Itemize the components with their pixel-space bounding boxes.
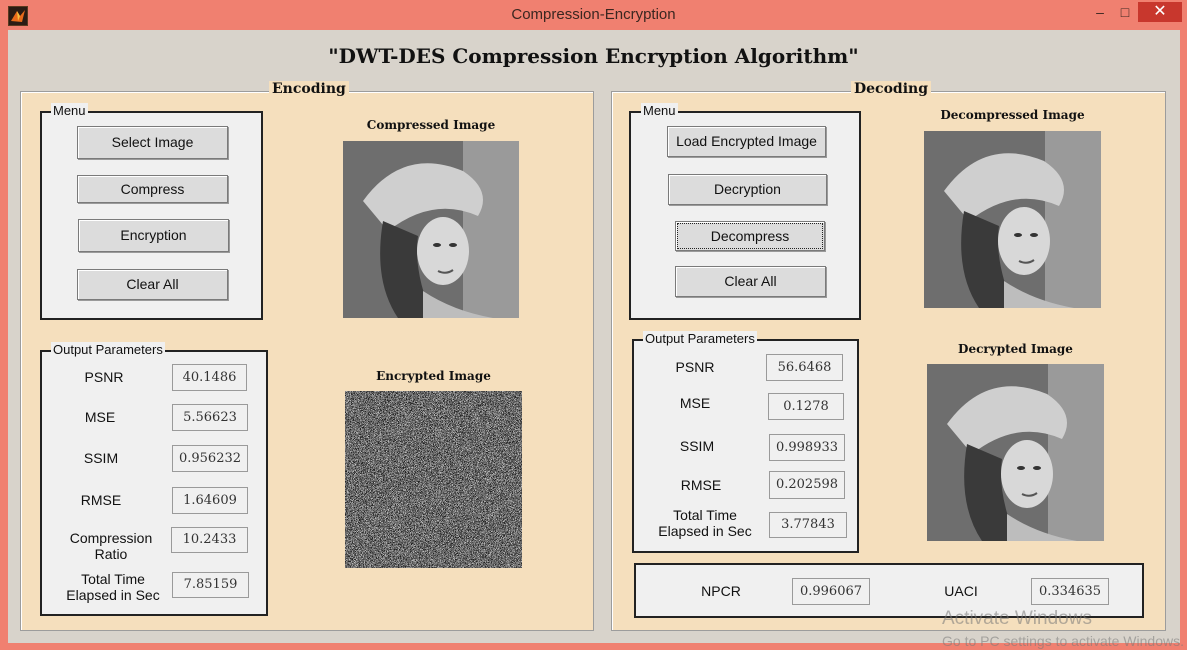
decompressed-image-caption: Decompressed Image — [940, 108, 1085, 122]
dec-ssim-label: SSIM — [679, 438, 715, 454]
enc-ratio-label-line2: Ratio — [94, 546, 128, 562]
enc-psnr-value[interactable]: 40.1486 — [172, 364, 247, 391]
encoding-clear-all-button[interactable]: Clear All — [77, 269, 228, 300]
npcr-value[interactable]: 0.996067 — [792, 578, 870, 605]
enc-ssim-value[interactable]: 0.956232 — [172, 445, 248, 472]
decoding-panel-title: Decoding — [851, 81, 931, 97]
close-button[interactable]: ✕ — [1138, 2, 1182, 22]
decrypted-image — [927, 364, 1104, 541]
enc-ssim-label: SSIM — [83, 450, 119, 466]
encrypted-image-caption: Encrypted Image — [376, 369, 491, 383]
enc-ratio-label-line1: Compression — [69, 530, 153, 546]
dec-mse-value[interactable]: 0.1278 — [768, 393, 844, 420]
dec-psnr-value[interactable]: 56.6468 — [766, 354, 843, 381]
activate-windows-hint: Go to PC settings to activate Windows. — [942, 633, 1184, 649]
enc-mse-label: MSE — [84, 409, 116, 425]
uaci-value[interactable]: 0.334635 — [1031, 578, 1109, 605]
dec-psnr-label: PSNR — [675, 359, 715, 375]
enc-time-label-line1: Total Time — [81, 571, 145, 587]
dec-time-label-line1: Total Time — [673, 507, 737, 523]
enc-psnr-label: PSNR — [84, 369, 124, 385]
compress-button[interactable]: Compress — [77, 175, 228, 203]
compressed-image-caption: Compressed Image — [366, 118, 496, 132]
decompressed-image — [924, 131, 1101, 308]
maximize-button[interactable]: □ — [1112, 2, 1138, 22]
dec-time-label: Total Time Elapsed in Sec — [650, 507, 760, 539]
dec-time-value[interactable]: 3.77843 — [769, 512, 847, 538]
dec-mse-label: MSE — [679, 395, 711, 411]
encoding-menu-title: Menu — [51, 103, 88, 118]
decryption-button[interactable]: Decryption — [668, 174, 827, 205]
enc-time-label: Total Time Elapsed in Sec — [60, 571, 166, 603]
enc-ratio-value[interactable]: 10.2433 — [171, 527, 248, 553]
enc-ratio-label: Compression Ratio — [56, 530, 166, 562]
uaci-label: UACI — [944, 583, 978, 599]
encoding-panel-title: Encoding — [269, 81, 349, 97]
npcr-label: NPCR — [701, 583, 741, 599]
activate-windows-watermark: Activate Windows — [942, 608, 1092, 629]
decompress-button[interactable]: Decompress — [675, 221, 825, 251]
enc-rmse-value[interactable]: 1.64609 — [172, 487, 248, 514]
dec-ssim-value[interactable]: 0.998933 — [769, 434, 845, 461]
main-heading: "DWT-DES Compression Encryption Algorith… — [328, 44, 859, 68]
enc-rmse-label: RMSE — [80, 492, 122, 508]
enc-time-label-line2: Elapsed in Sec — [66, 587, 160, 603]
dec-rmse-value[interactable]: 0.202598 — [769, 471, 845, 499]
load-encrypted-image-button[interactable]: Load Encrypted Image — [667, 126, 826, 157]
decoding-menu-title: Menu — [641, 103, 678, 118]
enc-time-value[interactable]: 7.85159 — [172, 572, 249, 598]
window-title: Compression-Encryption — [511, 6, 676, 23]
decoding-clear-all-button[interactable]: Clear All — [675, 266, 826, 297]
compressed-image — [343, 141, 519, 318]
encoding-output-title: Output Parameters — [51, 342, 165, 357]
decrypted-image-caption: Decrypted Image — [958, 342, 1073, 356]
dec-rmse-label: RMSE — [680, 477, 722, 493]
decoding-output-title: Output Parameters — [643, 331, 757, 346]
encrypted-image — [345, 391, 522, 568]
select-image-button[interactable]: Select Image — [77, 126, 228, 159]
dec-time-label-line2: Elapsed in Sec — [658, 523, 752, 539]
enc-mse-value[interactable]: 5.56623 — [172, 404, 248, 431]
encryption-button[interactable]: Encryption — [78, 219, 229, 252]
minimize-button[interactable]: – — [1087, 2, 1113, 22]
